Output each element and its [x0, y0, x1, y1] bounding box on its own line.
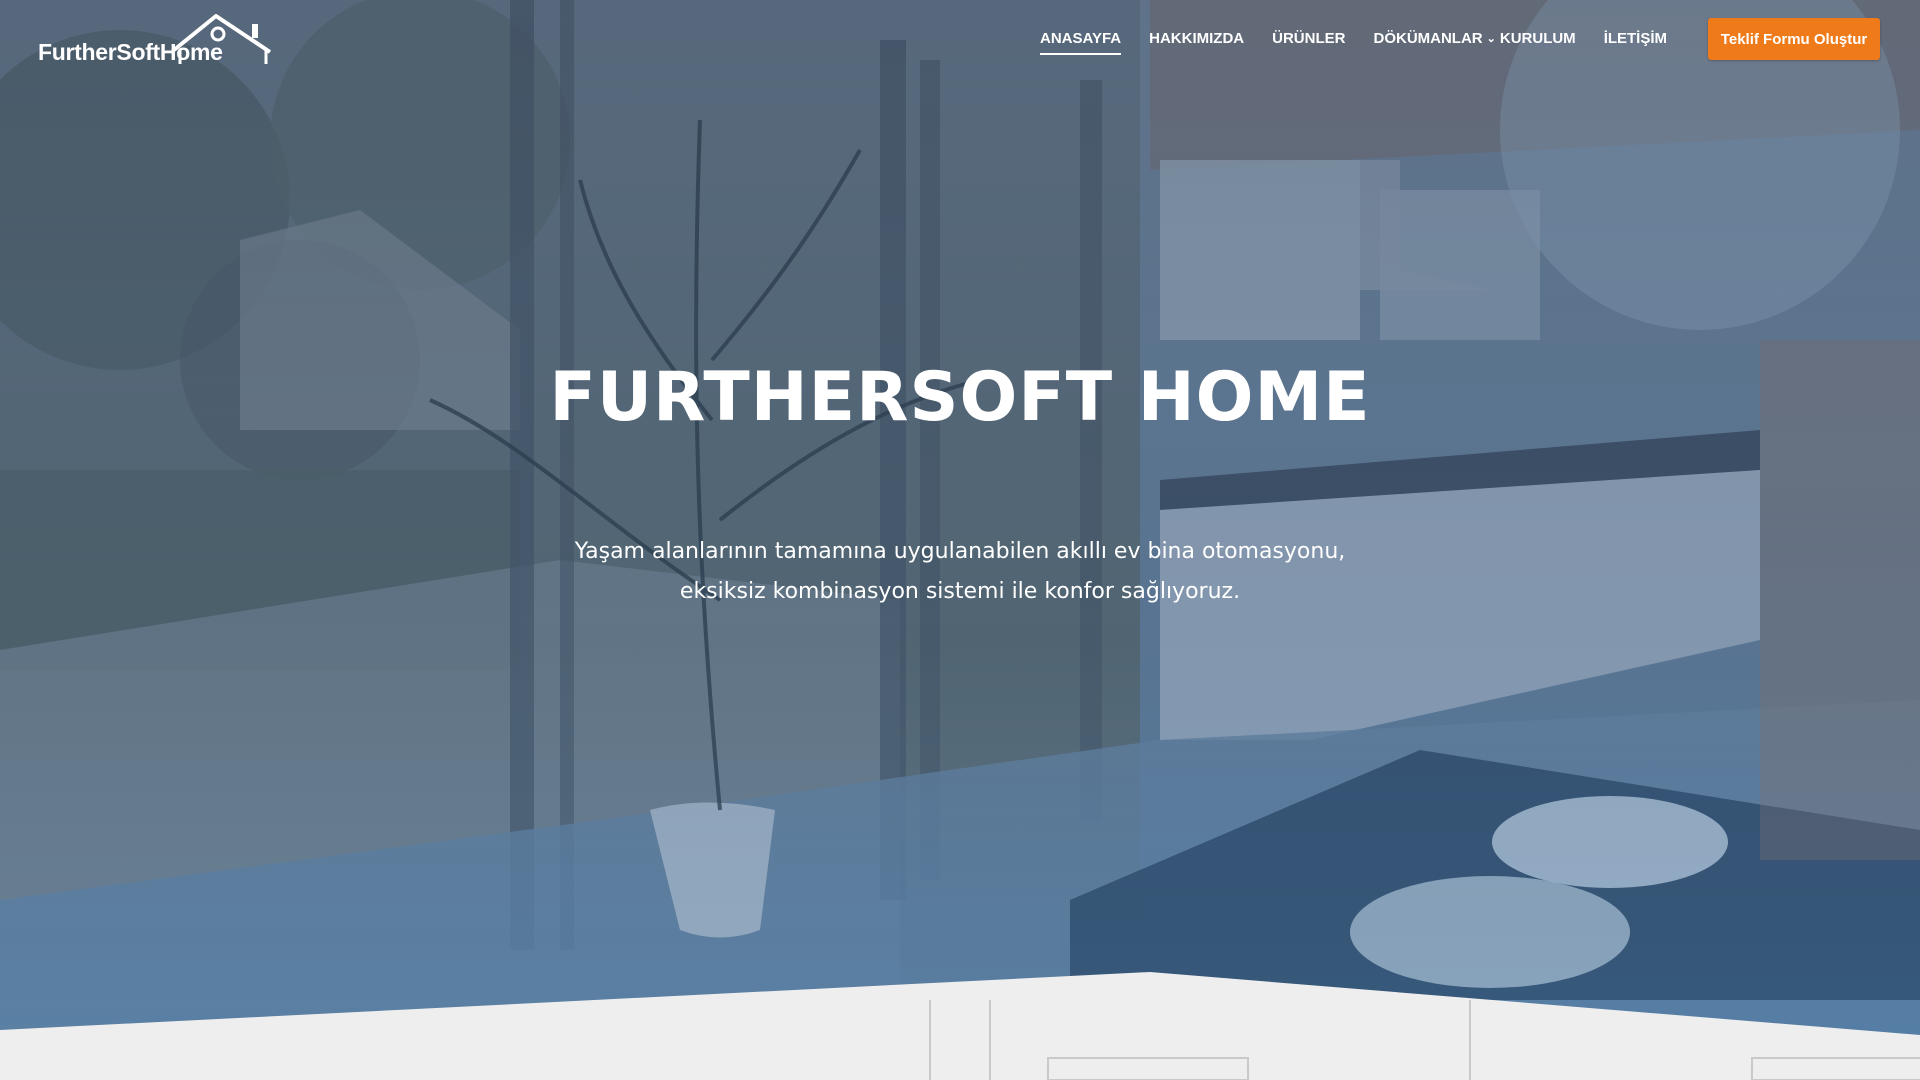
site-logo[interactable]: FurtherSoftHome: [38, 10, 272, 68]
main-nav: ANASAYFA HAKKIMIZDA ÜRÜNLER DÖKÜMANLAR ⌄…: [1040, 24, 1695, 55]
hero-subtitle: Yaşam alanlarının tamamına uygulanabilen…: [560, 532, 1360, 612]
nav-item-kurulum[interactable]: KURULUM: [1500, 30, 1576, 47]
nav-item-urunler[interactable]: ÜRÜNLER: [1272, 30, 1345, 47]
hero-title: FURTHERSOFT HOME: [549, 358, 1371, 437]
hero-subtitle-line-1: Yaşam alanlarının tamamına uygulanabilen…: [574, 539, 1346, 564]
nav-item-dokumanlar-label: DÖKÜMANLAR: [1373, 29, 1483, 47]
nav-item-hakkimizda[interactable]: HAKKIMIZDA: [1149, 30, 1244, 47]
chevron-down-icon: ⌄: [1486, 32, 1496, 45]
nav-item-dokumanlar[interactable]: DÖKÜMANLAR ⌄: [1373, 30, 1495, 47]
nav-item-anasayfa[interactable]: ANASAYFA: [1040, 30, 1122, 55]
nav-item-iletisim[interactable]: İLETİŞİM: [1604, 30, 1667, 47]
hero-subtitle-line-2: eksiksiz kombinasyon sistemi ile konfor …: [679, 579, 1241, 604]
quote-form-button[interactable]: Teklif Formu Oluştur: [1708, 18, 1880, 60]
house-roof-icon: [172, 14, 272, 64]
